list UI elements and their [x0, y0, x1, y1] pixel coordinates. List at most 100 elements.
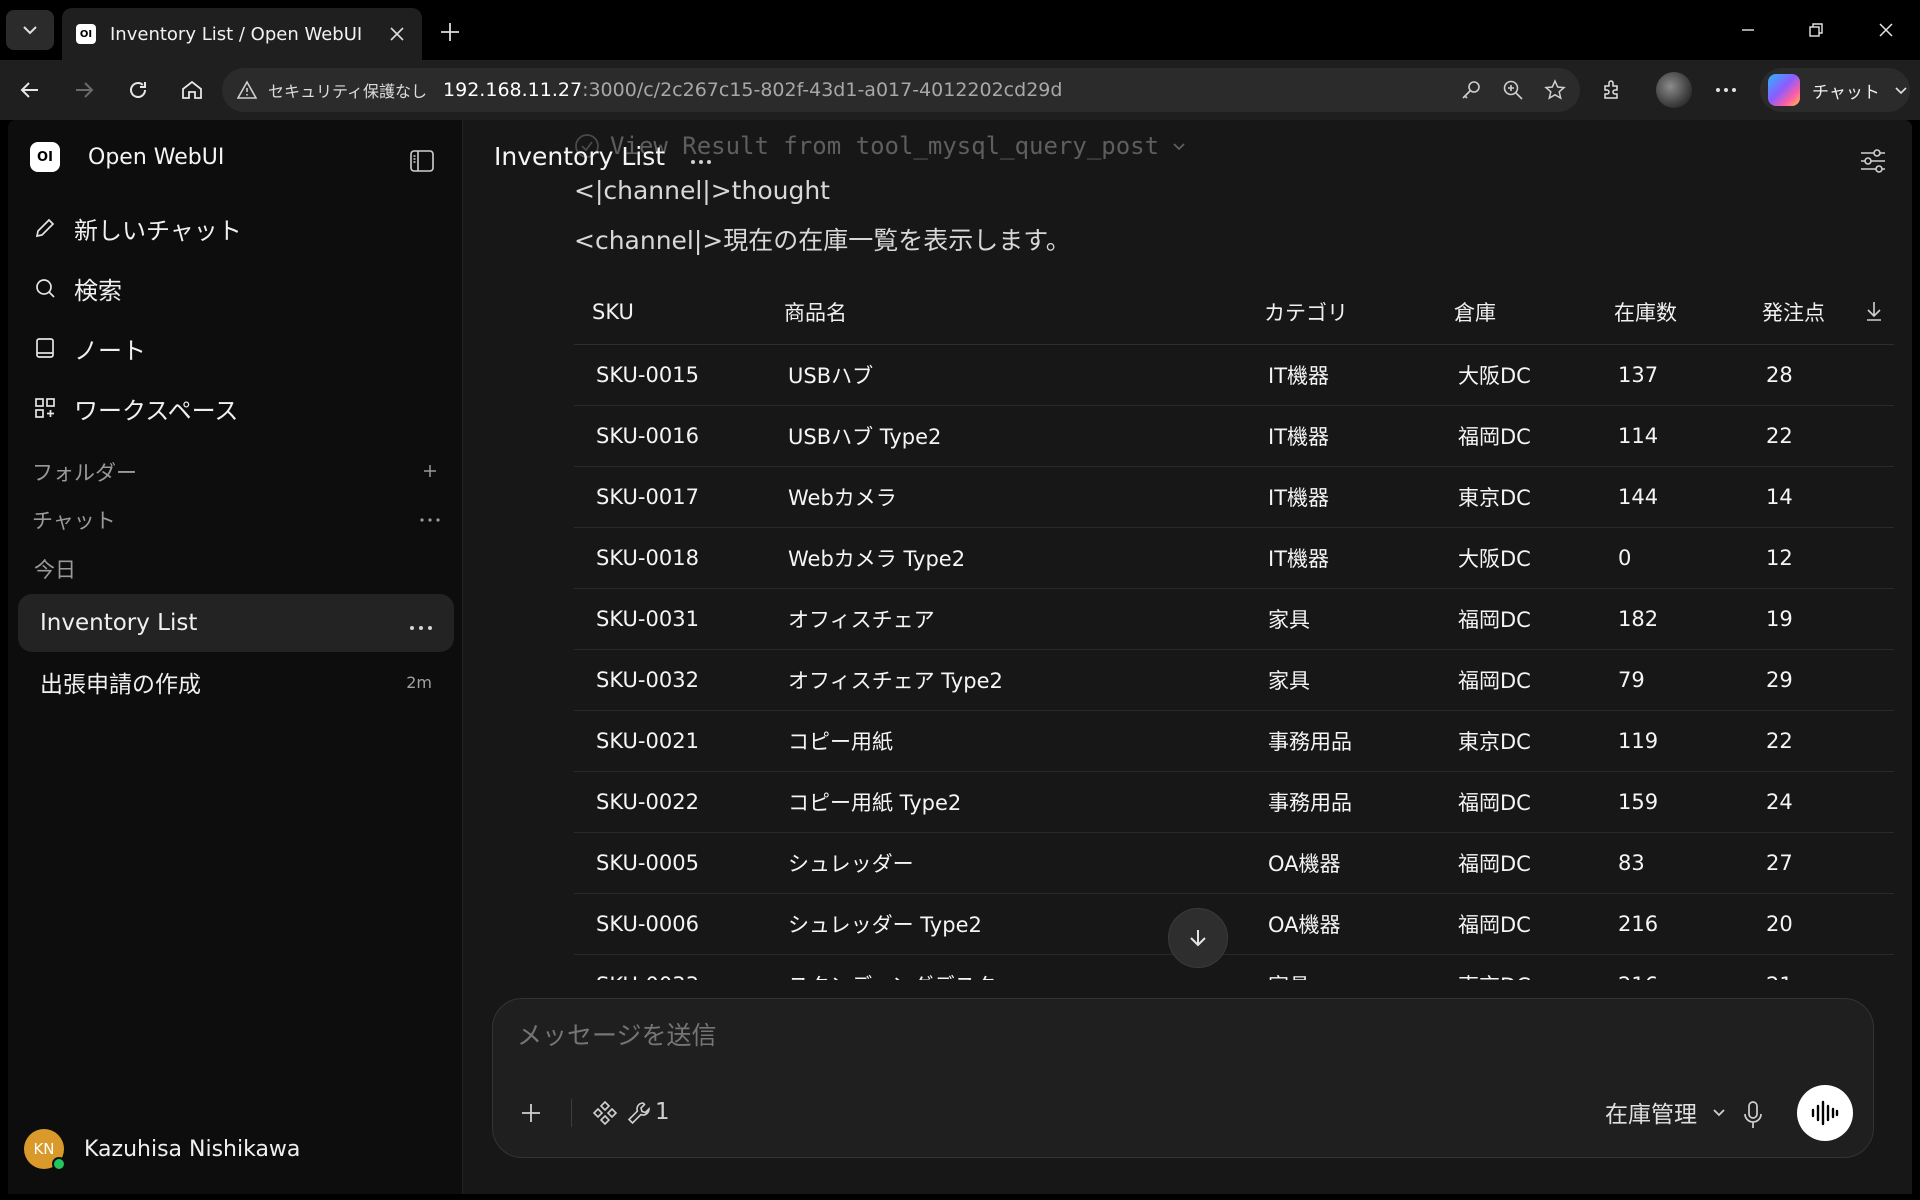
tools-count[interactable]: 1: [655, 1099, 670, 1125]
cell-warehouse: 東京DC: [1436, 954, 1596, 980]
close-icon: [1879, 23, 1893, 37]
table-row: SKU-0018 Webカメラ Type2 IT機器 大阪DC 0 12: [574, 527, 1894, 589]
tools-button[interactable]: [619, 1093, 659, 1133]
avatar-initials: KN: [33, 1140, 55, 1158]
chat-item-travel-request[interactable]: 出張申請の作成 2m: [18, 653, 454, 711]
extensions-button[interactable]: [1594, 72, 1630, 108]
sidebar-toggle-button[interactable]: [406, 146, 438, 176]
arrow-down-icon: [1190, 930, 1206, 947]
arrow-left-icon: [20, 82, 38, 98]
close-window-button[interactable]: [1862, 10, 1910, 50]
cell-reorder-point: 12: [1744, 527, 1894, 589]
model-selector[interactable]: 在庫管理: [1605, 1095, 1727, 1129]
new-chat-button[interactable]: 新しいチャット: [30, 204, 440, 252]
cell-stock: 0: [1596, 527, 1744, 589]
brand-name: Open WebUI: [88, 144, 225, 170]
chats-section-label[interactable]: チャット: [32, 505, 116, 535]
tab-list-button[interactable]: [6, 10, 54, 50]
header-category[interactable]: カテゴリ: [1246, 280, 1436, 345]
reload-button[interactable]: [118, 70, 158, 110]
today-label: 今日: [34, 558, 76, 582]
attach-button[interactable]: [511, 1093, 551, 1133]
cell-category: 事務用品: [1246, 771, 1436, 833]
header-product-name[interactable]: 商品名: [766, 280, 1246, 345]
cell-product-name: コピー用紙 Type2: [766, 771, 1246, 833]
copilot-button[interactable]: チャット: [1760, 68, 1910, 112]
search-button[interactable]: 検索: [30, 264, 440, 312]
plus-icon: [522, 1104, 540, 1122]
download-icon[interactable]: [1864, 300, 1884, 326]
cell-product-name: オフィスチェア Type2: [766, 649, 1246, 711]
minimize-button[interactable]: [1724, 10, 1772, 50]
forward-button[interactable]: [64, 70, 104, 110]
chat-options-button[interactable]: [410, 611, 432, 636]
voice-mode-button[interactable]: [1797, 1085, 1853, 1141]
address-bar[interactable]: セキュリティ保護なし 192.168.11.27:3000/c/2c267c15…: [222, 68, 1580, 112]
chevron-down-icon: [23, 26, 37, 35]
chevron-down-icon: [1713, 1109, 1725, 1117]
cell-stock: 182: [1596, 588, 1744, 650]
zoom-icon[interactable]: [1496, 74, 1530, 106]
cell-category: IT機器: [1246, 405, 1436, 467]
header-stock[interactable]: 在庫数: [1596, 280, 1744, 345]
cell-warehouse: 福岡DC: [1436, 832, 1596, 894]
tab-close-button[interactable]: [384, 21, 410, 47]
chat-item-inventory-list[interactable]: Inventory List: [18, 594, 454, 652]
cell-reorder-point: 22: [1744, 710, 1894, 772]
cell-category: OA機器: [1246, 893, 1436, 955]
chat-title[interactable]: Inventory List: [494, 142, 665, 171]
cell-category: 家具: [1246, 649, 1436, 711]
workspace-button[interactable]: ワークスペース: [30, 384, 440, 432]
profile-avatar[interactable]: [1656, 72, 1692, 108]
cell-sku: SKU-0022: [574, 771, 766, 833]
cell-category: 家具: [1246, 954, 1436, 980]
message-thought-line: <|channel|>thought: [574, 176, 830, 205]
warning-icon[interactable]: [236, 79, 258, 101]
cell-stock: 144: [1596, 466, 1744, 528]
notes-button[interactable]: ノート: [30, 324, 440, 372]
cell-product-name: USBハブ Type2: [766, 405, 1246, 467]
chat-controls-button[interactable]: [1856, 144, 1890, 178]
brand[interactable]: OI Open WebUI: [30, 142, 224, 172]
cell-sku: SKU-0017: [574, 466, 766, 528]
back-button[interactable]: [10, 70, 50, 110]
cell-sku: SKU-0016: [574, 405, 766, 467]
open-webui-app: OI Open WebUI 新しいチャット 検索 ノート ワークスペース フォル…: [8, 120, 1912, 1194]
folders-section-label[interactable]: フォルダー: [32, 457, 137, 487]
url-path: :3000/c/2c267c15-802f-43d1-a017-4012202c…: [582, 79, 1063, 101]
minimize-icon: [1742, 29, 1754, 31]
favorite-star-icon[interactable]: [1538, 74, 1572, 106]
key-icon[interactable]: [1454, 74, 1488, 106]
user-menu[interactable]: KN Kazuhisa Nishikawa: [24, 1129, 300, 1171]
header-warehouse[interactable]: 倉庫: [1436, 280, 1596, 345]
chat-menu-button[interactable]: [691, 145, 712, 169]
search-icon: [30, 273, 60, 303]
cell-category: IT機器: [1246, 527, 1436, 589]
cell-product-name: Webカメラ: [766, 466, 1246, 528]
dictate-button[interactable]: [1733, 1095, 1773, 1135]
online-status-dot: [52, 1157, 66, 1171]
scroll-to-bottom-button[interactable]: [1168, 908, 1228, 968]
message-input[interactable]: [517, 1021, 1817, 1050]
cell-product-name: Webカメラ Type2: [766, 527, 1246, 589]
cell-product-name: オフィスチェア: [766, 588, 1246, 650]
more-menu-button[interactable]: [1708, 72, 1744, 108]
cell-product-name: シュレッダー: [766, 832, 1246, 894]
browser-tab[interactable]: OI Inventory List / Open WebUI: [62, 8, 422, 60]
cell-category: IT機器: [1246, 466, 1436, 528]
table-row: SKU-0032 オフィスチェア Type2 家具 福岡DC 79 29: [574, 649, 1894, 711]
plus-icon: [424, 465, 436, 477]
notebook-icon: [30, 333, 60, 363]
add-folder-button[interactable]: [416, 457, 444, 485]
cell-category: 事務用品: [1246, 710, 1436, 772]
cell-reorder-point: 20: [1744, 893, 1894, 955]
chats-more-button[interactable]: [416, 506, 444, 534]
header-sku[interactable]: SKU: [574, 280, 766, 345]
insecure-label[interactable]: セキュリティ保護なし: [268, 78, 427, 102]
table-row: SKU-0016 USBハブ Type2 IT機器 福岡DC 114 22: [574, 405, 1894, 467]
new-tab-button[interactable]: [432, 14, 468, 50]
inventory-table: SKU 商品名 カテゴリ 倉庫 在庫数 発注点 SKU-0015 USBハブ IT機…: [574, 280, 1894, 980]
cell-reorder-point: 28: [1744, 344, 1894, 406]
home-button[interactable]: [172, 70, 212, 110]
restore-button[interactable]: [1792, 10, 1840, 50]
